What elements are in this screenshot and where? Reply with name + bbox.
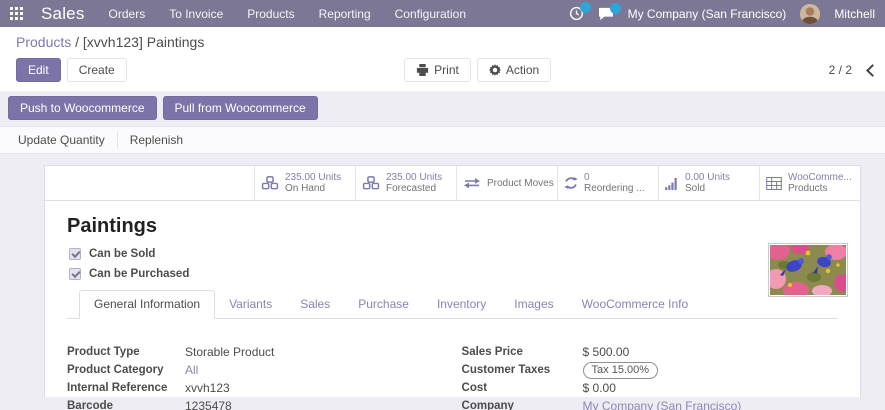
user-avatar[interactable] bbox=[800, 4, 820, 24]
general-information-form: Product Type Storable Product Product Ca… bbox=[67, 319, 838, 410]
menu-item-configuration[interactable]: Configuration bbox=[395, 7, 466, 21]
internal-reference-value: xvvh123 bbox=[185, 381, 230, 395]
push-to-woocommerce-button[interactable]: Push to Woocommerce bbox=[8, 96, 157, 120]
product-image[interactable] bbox=[768, 243, 848, 297]
company-label: Company bbox=[462, 400, 583, 410]
notebook-tabs: General Information Variants Sales Purch… bbox=[67, 290, 838, 319]
printer-icon bbox=[416, 64, 429, 76]
stat-value: 0.00 Units bbox=[685, 172, 730, 183]
stat-sold[interactable]: 0.00 UnitsSold bbox=[658, 166, 759, 200]
pager-value: 2 / 2 bbox=[829, 63, 852, 77]
gear-icon bbox=[489, 64, 501, 76]
can-be-sold-label: Can be Sold bbox=[89, 248, 155, 260]
stat-label: Product Moves bbox=[487, 178, 554, 189]
cubes-icon bbox=[362, 176, 380, 190]
breadcrumb-current: [xvvh123] Paintings bbox=[83, 34, 204, 50]
stat-value: 235.00 Units bbox=[386, 172, 442, 183]
company-value[interactable]: My Company (San Francisco) bbox=[583, 399, 742, 410]
stat-button-box: 235.00 UnitsOn Hand 235.00 UnitsForecast… bbox=[45, 166, 860, 201]
barcode-label: Barcode bbox=[67, 400, 185, 410]
breadcrumb: Products / [xvvh123] Paintings bbox=[16, 34, 869, 50]
user-menu[interactable]: Mitchell bbox=[834, 7, 875, 21]
tab-sales[interactable]: Sales bbox=[286, 291, 344, 318]
menu-item-reporting[interactable]: Reporting bbox=[319, 7, 371, 21]
tab-images[interactable]: Images bbox=[500, 291, 567, 318]
sales-price-value: $ 500.00 bbox=[583, 345, 630, 359]
customer-taxes-label: Customer Taxes bbox=[462, 364, 583, 376]
can-be-purchased-checkbox[interactable] bbox=[69, 268, 81, 280]
apps-grid-icon[interactable] bbox=[10, 7, 23, 20]
company-switcher[interactable]: My Company (San Francisco) bbox=[628, 7, 787, 21]
breadcrumb-separator: / bbox=[75, 34, 79, 50]
customer-taxes-tag[interactable]: Tax 15.00% bbox=[583, 362, 658, 379]
product-category-label: Product Category bbox=[67, 364, 185, 376]
product-category-value[interactable]: All bbox=[185, 363, 198, 377]
breadcrumb-products-link[interactable]: Products bbox=[16, 34, 71, 50]
form-statusbar: Update Quantity Replenish bbox=[0, 126, 885, 154]
edit-button[interactable]: Edit bbox=[16, 58, 61, 82]
print-label: Print bbox=[434, 62, 459, 78]
stat-value: 235.00 Units bbox=[285, 172, 341, 183]
tab-general-information[interactable]: General Information bbox=[79, 290, 215, 319]
messages-badge bbox=[610, 3, 621, 14]
pull-from-woocommerce-button[interactable]: Pull from Woocommerce bbox=[163, 96, 318, 120]
cubes-icon bbox=[261, 176, 279, 190]
stat-label: Sold bbox=[685, 183, 730, 194]
can-be-purchased-row: Can be Purchased bbox=[69, 268, 838, 280]
tab-variants[interactable]: Variants bbox=[215, 291, 286, 318]
tab-woocommerce-info[interactable]: WooCommerce Info bbox=[568, 291, 702, 318]
cost-label: Cost bbox=[462, 382, 583, 394]
can-be-purchased-label: Can be Purchased bbox=[89, 268, 189, 280]
bar-chart-icon bbox=[665, 177, 679, 190]
print-button[interactable]: Print bbox=[404, 58, 471, 82]
update-quantity-button[interactable]: Update Quantity bbox=[6, 131, 117, 149]
stat-label: Products bbox=[788, 183, 852, 194]
sales-price-label: Sales Price bbox=[462, 346, 583, 358]
sheet-background: 235.00 UnitsOn Hand 235.00 UnitsForecast… bbox=[0, 154, 885, 397]
stat-value: WooComme... bbox=[788, 172, 852, 183]
stat-on-hand[interactable]: 235.00 UnitsOn Hand bbox=[254, 166, 355, 200]
stat-woocommerce-products[interactable]: WooComme...Products bbox=[759, 166, 860, 200]
activities-badge bbox=[580, 2, 591, 13]
messages-chat-icon[interactable] bbox=[598, 7, 614, 21]
main-menu: Orders To Invoice Products Reporting Con… bbox=[109, 7, 467, 21]
exchange-arrows-icon bbox=[463, 177, 481, 189]
top-navbar: Sales Orders To Invoice Products Reporti… bbox=[0, 0, 885, 27]
barcode-value: 1235478 bbox=[185, 399, 232, 410]
menu-item-orders[interactable]: Orders bbox=[109, 7, 146, 21]
menu-item-to-invoice[interactable]: To Invoice bbox=[169, 7, 223, 21]
refresh-icon bbox=[564, 176, 578, 190]
stat-value: 0 bbox=[584, 172, 645, 183]
stat-reordering[interactable]: 0Reordering ... bbox=[557, 166, 658, 200]
header-button-area: Push to Woocommerce Pull from Woocommerc… bbox=[0, 91, 885, 126]
activities-clock-icon[interactable] bbox=[569, 6, 584, 21]
cost-value: $ 0.00 bbox=[583, 381, 616, 395]
product-type-label: Product Type bbox=[67, 346, 185, 358]
stat-forecasted[interactable]: 235.00 UnitsForecasted bbox=[355, 166, 456, 200]
action-button[interactable]: Action bbox=[477, 58, 551, 82]
stat-label: On Hand bbox=[285, 183, 341, 194]
product-type-value: Storable Product bbox=[185, 345, 274, 359]
create-button[interactable]: Create bbox=[67, 58, 127, 82]
stat-product-moves[interactable]: Product Moves bbox=[456, 166, 557, 200]
app-name[interactable]: Sales bbox=[41, 4, 85, 24]
internal-reference-label: Internal Reference bbox=[67, 382, 185, 394]
table-grid-icon bbox=[766, 177, 782, 190]
tab-inventory[interactable]: Inventory bbox=[423, 291, 500, 318]
can-be-sold-checkbox[interactable] bbox=[69, 248, 81, 260]
menu-item-products[interactable]: Products bbox=[247, 7, 294, 21]
replenish-button[interactable]: Replenish bbox=[117, 131, 195, 149]
control-panel: Products / [xvvh123] Paintings Edit Crea… bbox=[0, 27, 885, 91]
page-title: Paintings bbox=[67, 215, 838, 238]
pager-previous-icon[interactable] bbox=[866, 64, 879, 77]
action-label: Action bbox=[506, 62, 539, 78]
stat-label: Forecasted bbox=[386, 183, 442, 194]
tab-purchase[interactable]: Purchase bbox=[344, 291, 423, 318]
stat-label: Reordering ... bbox=[584, 183, 645, 194]
painting-image bbox=[770, 245, 846, 295]
can-be-sold-row: Can be Sold bbox=[69, 248, 838, 260]
product-form-sheet: 235.00 UnitsOn Hand 235.00 UnitsForecast… bbox=[44, 165, 861, 397]
